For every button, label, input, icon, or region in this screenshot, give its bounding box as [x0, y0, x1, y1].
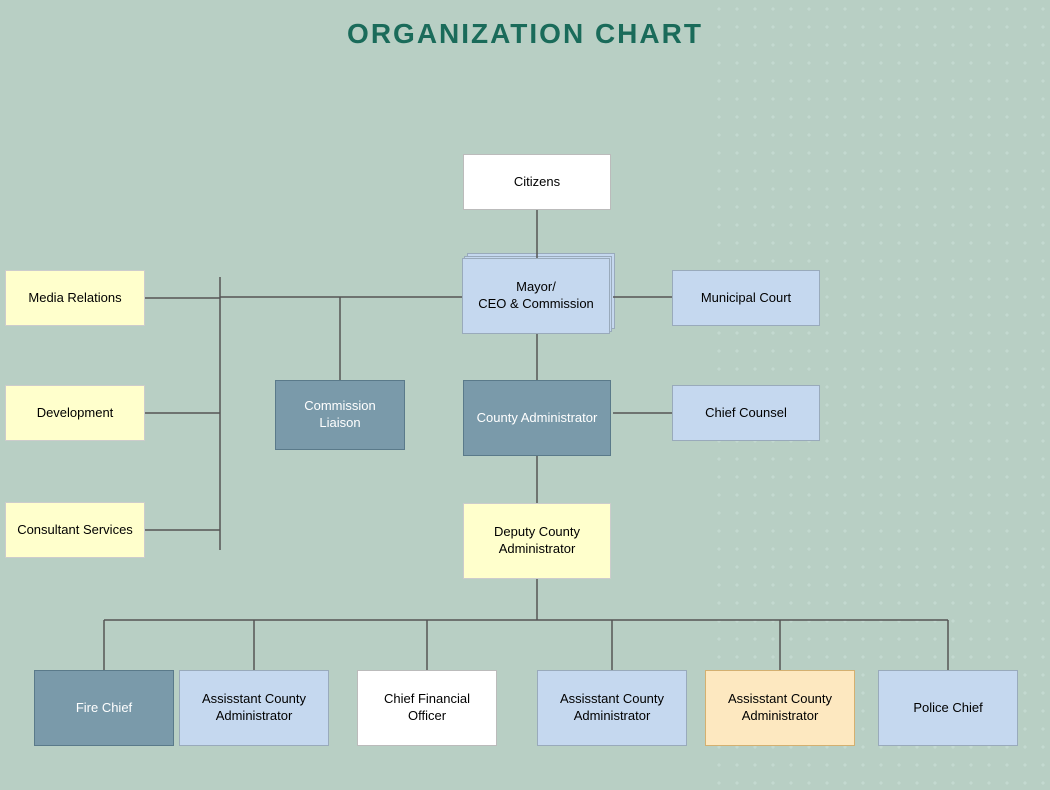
county-administrator-box: County Administrator — [463, 380, 611, 456]
chief-financial-officer-box: Chief Financial Officer — [357, 670, 497, 746]
assistant-county-admin-3-box: Assisstant County Administrator — [705, 670, 855, 746]
municipal-court-box: Municipal Court — [672, 270, 820, 326]
media-relations-box: Media Relations — [5, 270, 145, 326]
mayor-card-front: Mayor/CEO & Commission — [462, 258, 610, 334]
development-box: Development — [5, 385, 145, 441]
police-chief-box: Police Chief — [878, 670, 1018, 746]
fire-chief-box: Fire Chief — [34, 670, 174, 746]
page-title: ORGANIZATION CHART — [0, 0, 1050, 50]
deputy-county-admin-box: Deputy County Administrator — [463, 503, 611, 579]
chief-counsel-box: Chief Counsel — [672, 385, 820, 441]
assistant-county-admin-1-box: Assisstant County Administrator — [179, 670, 329, 746]
assistant-county-admin-2-box: Assisstant County Administrator — [537, 670, 687, 746]
commission-liaison-box: Commission Liaison — [275, 380, 405, 450]
consultant-services-box: Consultant Services — [5, 502, 145, 558]
citizens-box: Citizens — [463, 154, 611, 210]
chart-area: Citizens Mayor/CEO & Commission Media Re… — [0, 50, 1050, 780]
